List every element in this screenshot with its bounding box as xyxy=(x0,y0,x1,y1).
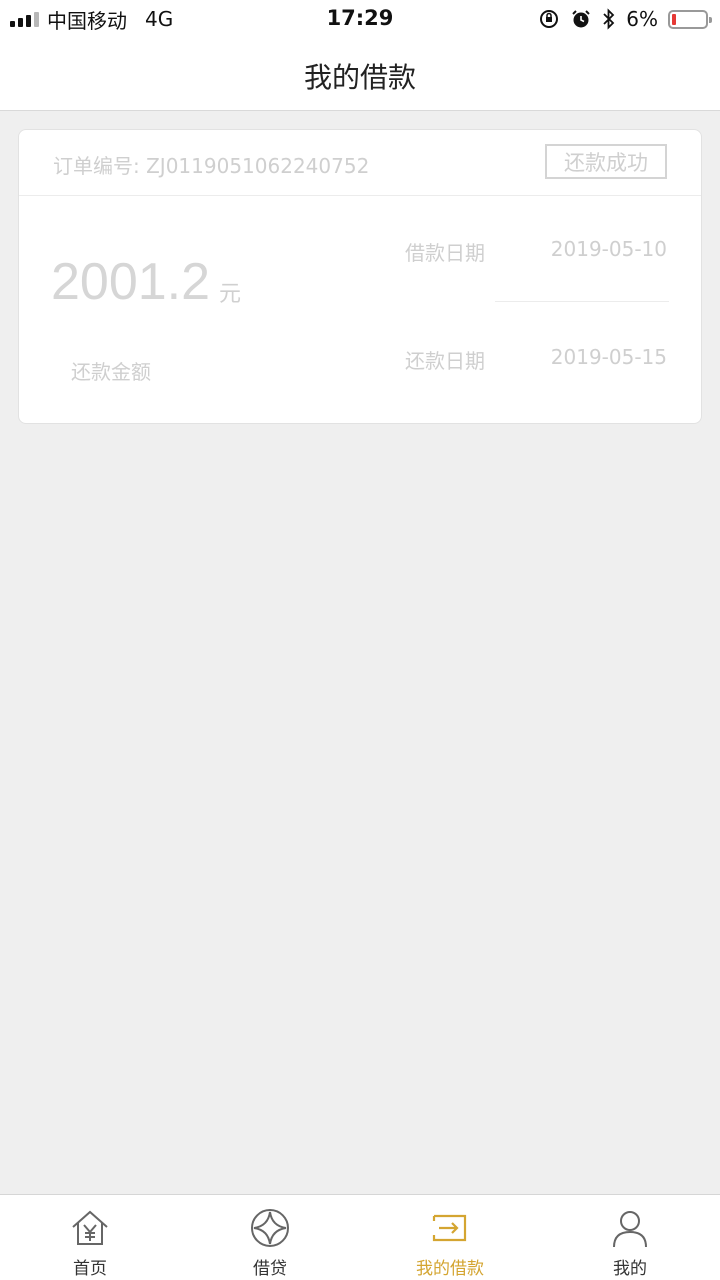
loan-card[interactable]: 订单编号: ZJ0119051062240752 还款成功 2001.2 元 还… xyxy=(18,129,702,424)
tab-loan-label: 借贷 xyxy=(253,1259,287,1279)
tab-profile[interactable]: 我的 xyxy=(540,1195,720,1280)
repay-date-value: 2019-05-15 xyxy=(550,345,667,369)
battery-percentage: 6% xyxy=(626,7,658,31)
tab-home[interactable]: 首页 xyxy=(0,1195,180,1280)
page-title: 我的借款 xyxy=(303,61,416,94)
home-yen-icon xyxy=(72,1210,108,1245)
repayment-amount-label: 还款金额 xyxy=(71,360,151,384)
tab-profile-label: 我的 xyxy=(613,1259,647,1279)
rotation-lock-icon xyxy=(540,10,559,28)
loan-date-label: 借款日期 xyxy=(405,241,485,265)
tab-my-loans[interactable]: 我的借款 xyxy=(360,1195,540,1280)
loan-card-header: 订单编号: ZJ0119051062240752 还款成功 xyxy=(19,130,701,196)
user-icon xyxy=(613,1211,647,1248)
tab-bar: 首页 借贷 我的借款 我的 xyxy=(0,1194,720,1280)
navigation-bar: 我的借款 xyxy=(0,38,720,111)
loan-arrow-icon xyxy=(432,1214,467,1242)
tab-home-label: 首页 xyxy=(73,1259,107,1279)
bluetooth-icon xyxy=(603,8,615,30)
amount-unit: 元 xyxy=(219,282,242,307)
repayment-amount: 2001.2 xyxy=(51,253,211,311)
diamond-circle-icon xyxy=(251,1209,289,1247)
status-bar: 中国移动 4G 17:29 6% xyxy=(0,0,720,38)
repay-date-label: 还款日期 xyxy=(405,349,485,373)
order-number: 订单编号: ZJ0119051062240752 xyxy=(53,154,370,178)
battery-level xyxy=(672,13,676,25)
loan-date-value: 2019-05-10 xyxy=(550,237,667,261)
status-badge: 还款成功 xyxy=(545,144,667,179)
date-divider xyxy=(495,301,669,302)
battery-icon xyxy=(668,9,712,29)
tab-loan[interactable]: 借贷 xyxy=(180,1195,360,1280)
alarm-icon xyxy=(572,10,590,28)
status-right: 6% xyxy=(538,6,712,32)
tab-my-loans-label: 我的借款 xyxy=(416,1259,484,1279)
